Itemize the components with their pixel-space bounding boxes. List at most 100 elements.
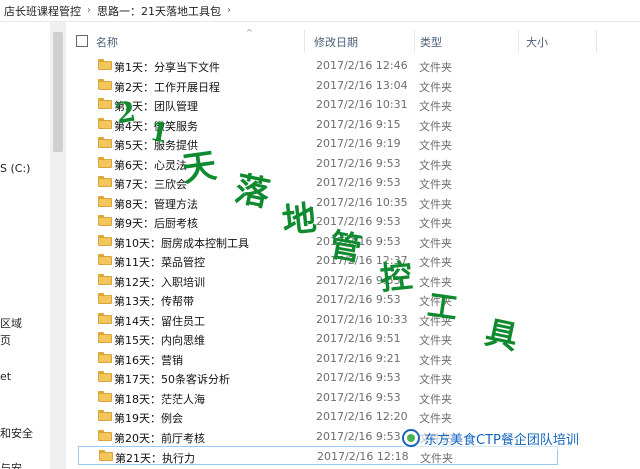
file-date: 2017/2/16 9:21 xyxy=(316,351,401,365)
file-date: 2017/2/16 9:19 xyxy=(316,137,401,150)
file-row[interactable]: 第2天：工作开展日程 2017/2/16 13:04 文件夹 xyxy=(78,76,558,95)
file-name: 第11天：菜品管控 xyxy=(114,256,205,269)
file-name: 第16天：营销 xyxy=(114,353,183,367)
column-divider[interactable] xyxy=(414,30,415,52)
file-row[interactable]: 第17天：50条客诉分析 2017/2/16 9:53 文件夹 xyxy=(78,368,558,387)
file-date: 2017/2/16 12:20 xyxy=(316,410,408,423)
file-row[interactable]: 第12天：入职培训 2017/2/16 9:53 文件夹 xyxy=(78,271,558,290)
file-type: 文件夹 xyxy=(419,139,452,152)
column-header-type[interactable]: 类型 xyxy=(420,34,442,50)
column-divider[interactable] xyxy=(304,30,305,52)
breadcrumb-chevron-icon[interactable]: › xyxy=(225,5,233,16)
file-name: 第15天：内向思维 xyxy=(114,334,205,347)
overlay-char: 天 xyxy=(179,145,220,191)
folder-icon xyxy=(98,254,112,265)
nav-scrollbar-thumb[interactable] xyxy=(53,32,63,152)
nav-item-network-area[interactable]: 区域 xyxy=(0,315,22,331)
file-date: 2017/2/16 12:18 xyxy=(317,450,409,463)
folder-icon xyxy=(98,98,112,109)
file-name: 第9天：后厨考核 xyxy=(114,217,198,230)
column-header-size[interactable]: 大小 xyxy=(526,34,548,50)
file-row[interactable]: 第7天：三欣会 2017/2/16 9:53 文件夹 xyxy=(78,173,558,192)
file-date: 2017/2/16 9:53 xyxy=(316,390,401,404)
overlay-char: 工 xyxy=(425,288,460,327)
folder-icon xyxy=(98,78,112,90)
column-divider[interactable] xyxy=(596,30,597,52)
nav-scrollbar[interactable] xyxy=(50,22,66,469)
file-name: 第10天：厨房成本控制工具 xyxy=(114,236,249,250)
folder-icon xyxy=(98,429,112,441)
nav-item-security[interactable]: 和安全 xyxy=(0,425,33,441)
folder-icon xyxy=(98,312,112,324)
folder-icon xyxy=(98,390,112,402)
file-date: 2017/2/16 10:31 xyxy=(316,98,408,111)
file-name: 第7天：三欣会 xyxy=(114,178,187,191)
file-type: 文件夹 xyxy=(419,373,452,386)
file-row[interactable]: 第6天：心灵法 2017/2/16 9:53 文件夹 xyxy=(78,154,558,173)
select-all-checkbox[interactable] xyxy=(76,35,88,47)
folder-icon xyxy=(98,234,112,246)
file-name: 第8天：管理方法 xyxy=(114,197,198,211)
folder-icon xyxy=(98,156,112,168)
folder-icon xyxy=(98,59,112,70)
watermark: 东方美食CTP餐企团队培训 xyxy=(402,426,640,450)
folder-icon xyxy=(98,371,112,382)
file-name: 第17天：50条客诉分析 xyxy=(114,373,230,386)
nav-item-drive-c[interactable]: S (C:) xyxy=(0,162,30,175)
file-date: 2017/2/16 13:04 xyxy=(316,78,408,92)
file-type: 文件夹 xyxy=(419,100,452,113)
column-header-name[interactable]: 名称 xyxy=(96,34,118,50)
file-date: 2017/2/16 12:46 xyxy=(316,59,408,72)
file-row[interactable]: 第11天：菜品管控 2017/2/16 12:37 文件夹 xyxy=(78,251,558,270)
folder-icon xyxy=(98,351,112,363)
folder-icon xyxy=(98,195,112,207)
file-row[interactable]: 第9天：后厨考核 2017/2/16 9:53 文件夹 xyxy=(78,212,558,231)
folder-icon xyxy=(98,273,112,285)
file-name: 第13天：传帮带 xyxy=(114,295,194,308)
breadcrumb-chevron-icon[interactable]: › xyxy=(85,5,93,16)
file-row[interactable]: 第13天：传帮带 2017/2/16 9:53 文件夹 xyxy=(78,290,558,309)
nav-item-clipped[interactable]: 与安 xyxy=(0,460,22,469)
breadcrumb: 店长班课程管控 › 思路一：21天落地工具包 › xyxy=(0,0,640,22)
column-header-date[interactable]: 修改日期 xyxy=(314,34,358,50)
file-date: 2017/2/16 9:53 xyxy=(316,429,401,443)
file-name: 第21天：执行力 xyxy=(115,452,195,465)
file-date: 2017/2/16 9:53 xyxy=(316,176,401,189)
file-name: 第1天：分享当下文件 xyxy=(114,61,220,74)
file-row[interactable]: 第18天：茫茫人海 2017/2/16 9:53 文件夹 xyxy=(78,388,558,407)
file-type: 文件夹 xyxy=(419,236,452,250)
column-divider[interactable] xyxy=(518,30,519,52)
file-date: 2017/2/16 9:53 xyxy=(316,156,401,170)
breadcrumb-item-parent[interactable]: 店长班课程管控 xyxy=(0,3,85,19)
folder-icon xyxy=(98,137,112,148)
folder-icon xyxy=(98,293,112,304)
watermark-text: 东方美食CTP餐企团队培训 xyxy=(424,432,579,448)
file-row[interactable]: 第8天：管理方法 2017/2/16 10:35 文件夹 xyxy=(78,193,558,212)
overlay-char: 地 xyxy=(280,198,319,242)
file-date: 2017/2/16 10:33 xyxy=(316,312,408,326)
file-date: 2017/2/16 9:51 xyxy=(316,332,401,345)
folder-icon xyxy=(98,332,112,343)
file-name: 第14天：留住员工 xyxy=(114,314,205,328)
file-name: 第20天：前厅考核 xyxy=(114,431,205,445)
folder-icon xyxy=(98,215,112,226)
overlay-char: 控 xyxy=(378,256,415,298)
folder-icon xyxy=(99,450,113,461)
sort-up-icon: ^ xyxy=(246,28,253,37)
file-row[interactable]: 第3天：团队管理 2017/2/16 10:31 文件夹 xyxy=(78,95,558,114)
navigation-pane: S (C:) 区域 页 et 和安全 与安 xyxy=(0,22,52,469)
file-type: 文件夹 xyxy=(419,256,452,269)
folder-icon xyxy=(98,410,112,421)
file-row[interactable]: 第1天：分享当下文件 2017/2/16 12:46 文件夹 xyxy=(78,56,558,75)
file-type: 文件夹 xyxy=(419,158,452,172)
file-type: 文件夹 xyxy=(419,119,452,133)
file-name: 第12天：入职培训 xyxy=(114,275,205,289)
file-row[interactable]: 第19天：例会 2017/2/16 12:20 文件夹 xyxy=(78,407,558,426)
column-header-row: ^ 名称 修改日期 类型 大小 xyxy=(66,28,640,52)
file-name: 第19天：例会 xyxy=(114,412,183,425)
file-type: 文件夹 xyxy=(420,452,453,465)
breadcrumb-item-current[interactable]: 思路一：21天落地工具包 xyxy=(93,3,225,19)
file-date: 2017/2/16 9:15 xyxy=(316,117,401,131)
nav-item-page[interactable]: 页 xyxy=(0,332,11,348)
nav-item-internet[interactable]: et xyxy=(0,370,11,383)
